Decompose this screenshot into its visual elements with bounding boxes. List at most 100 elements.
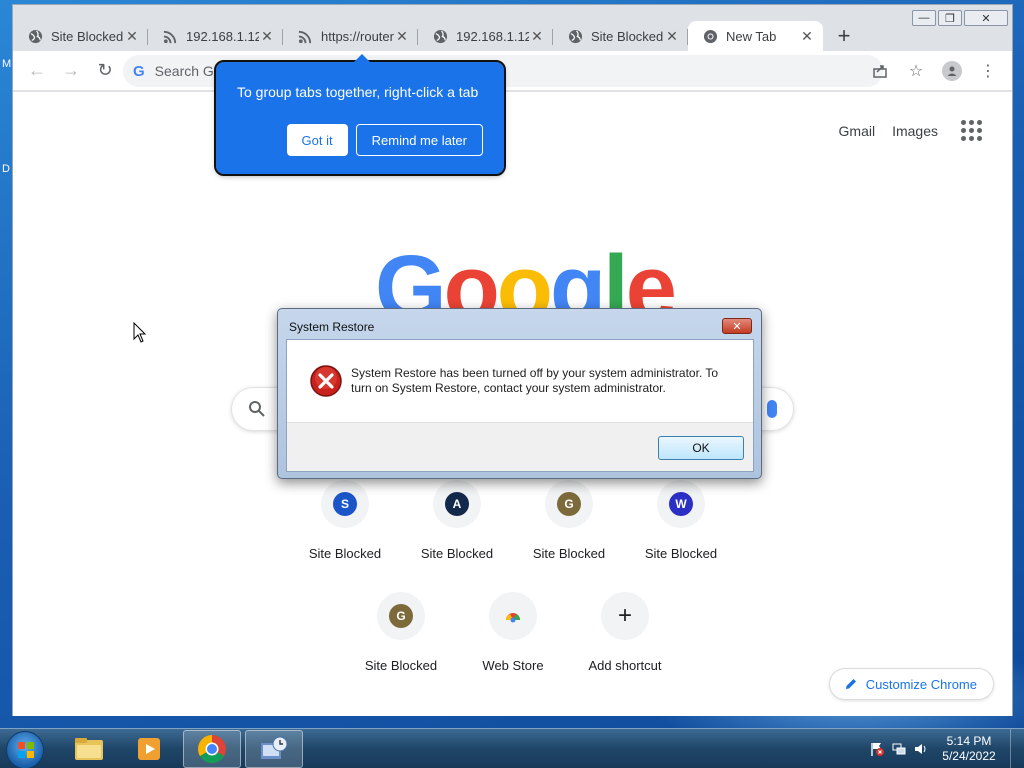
chrome-taskbar-button[interactable] [183,730,241,768]
shortcut-favicon: W [669,492,693,516]
bookmark-star-icon[interactable]: ☆ [900,55,932,87]
tab-title: New Tab [726,28,777,44]
tab[interactable]: Site Blocked ✕ [553,21,688,51]
reload-button[interactable]: ↻ [89,55,121,87]
globe-icon [432,28,448,44]
callout-actions: Got it Remind me later [286,124,483,156]
shortcuts-grid: S Site Blocked A Site Blocked G Site Blo… [289,472,737,696]
shortcut-favicon: G [557,492,581,516]
system-restore-taskbar-button[interactable] [245,730,303,768]
forward-button[interactable]: → [55,55,87,87]
got-it-button[interactable]: Got it [286,124,348,156]
media-player-icon [138,738,160,760]
shortcut-favicon: A [445,492,469,516]
taskbar: 5:14 PM 5/24/2022 [0,728,1024,768]
tab-group-tip-callout: To group tabs together, right-click a ta… [214,54,506,176]
show-desktop-button[interactable] [1010,729,1024,768]
shortcut-title: Add shortcut [588,658,662,673]
remind-me-later-button[interactable]: Remind me later [355,124,483,156]
customize-chrome-button[interactable]: Customize Chrome [828,668,994,700]
header-links: Gmail Images [839,114,988,147]
shortcut-title: Site Blocked [308,546,382,561]
close-tab-icon[interactable]: ✕ [124,28,140,45]
microphone-icon[interactable] [767,400,777,418]
globe-icon [27,28,43,44]
tab-title: 192.168.1.120 [456,28,529,44]
clock[interactable]: 5:14 PM 5/24/2022 [932,734,1006,764]
tab-active[interactable]: New Tab ✕ [688,21,823,51]
tab-strip: Site Blocked ✕ 192.168.1.120 ✕ https://r… [13,21,1012,51]
network-icon[interactable] [888,738,910,760]
media-player-taskbar-button[interactable] [121,730,179,768]
close-tab-icon[interactable]: ✕ [394,28,410,45]
file-explorer-taskbar-button[interactable] [60,730,118,768]
web-store-icon [506,613,520,623]
gmail-link[interactable]: Gmail [839,123,876,139]
dialog-body: System Restore has been turned off by yo… [286,339,754,472]
back-button[interactable]: ← [21,55,53,87]
shortcut-tile[interactable]: A Site Blocked [401,472,513,584]
shortcut-title: Site Blocked [420,546,494,561]
shortcut-tile[interactable]: G Site Blocked [345,584,457,696]
apps-grid-icon[interactable] [955,114,988,147]
dialog-footer: OK [287,422,753,471]
volume-icon[interactable] [910,738,932,760]
shortcut-title: Site Blocked [364,658,438,673]
menu-kebab-icon[interactable]: ⋮ [972,55,1004,87]
shortcut-tile-web-store[interactable]: Web Store [457,584,569,696]
add-shortcut-tile[interactable]: + Add shortcut [569,584,681,696]
close-tab-icon[interactable]: ✕ [664,28,680,45]
chrome-icon [702,28,718,44]
rss-icon [297,28,313,44]
start-button[interactable] [6,731,44,768]
clock-time: 5:14 PM [946,734,992,748]
share-icon[interactable] [864,55,896,87]
tab-title: Site Blocked [51,28,124,44]
shortcut-favicon: S [333,492,357,516]
action-center-flag-icon[interactable] [866,738,888,760]
profile-icon[interactable] [936,55,968,87]
plus-icon: + [617,602,632,629]
toolbar: ← → ↻ G Search Google or type a URL ☆ ⋮ [13,51,1012,91]
mouse-pointer-icon [133,322,147,343]
tab-title: 192.168.1.120 [186,28,259,44]
dialog-title: System Restore [289,320,375,334]
globe-icon [567,28,583,44]
tab[interactable]: 192.168.1.120 ✕ [418,21,553,51]
windows-logo-icon [18,742,34,758]
shortcut-title: Web Store [482,658,544,673]
search-icon [249,401,265,417]
clock-date: 5/24/2022 [942,749,996,763]
ok-button[interactable]: OK [658,436,744,460]
close-tab-icon[interactable]: ✕ [529,28,545,45]
shortcut-title: Site Blocked [532,546,606,561]
customize-chrome-label: Customize Chrome [865,676,977,692]
shortcut-favicon: G [389,604,413,628]
images-link[interactable]: Images [892,123,938,139]
callout-message: To group tabs together, right-click a ta… [237,84,479,100]
close-tab-icon[interactable]: ✕ [799,28,815,45]
toolbar-actions: ☆ ⋮ [864,55,1004,87]
new-tab-button[interactable]: + [829,21,859,51]
system-tray: 5:14 PM 5/24/2022 [866,729,1024,768]
tab[interactable]: Site Blocked ✕ [13,21,148,51]
tab[interactable]: 192.168.1.120 ✕ [148,21,283,51]
error-icon [310,365,342,397]
shortcut-title: Site Blocked [644,546,718,561]
tab[interactable]: https://router. ✕ [283,21,418,51]
google-g-icon: G [133,62,145,80]
shortcut-tile[interactable]: W Site Blocked [625,472,737,584]
dialog-message: System Restore has been turned off by yo… [351,366,719,395]
dialog-close-button[interactable]: ✕ [722,318,752,334]
system-restore-dialog: System Restore ✕ System Restore has been… [277,308,762,479]
shortcut-tile[interactable]: G Site Blocked [513,472,625,584]
chrome-icon [198,735,226,763]
tab-title: Site Blocked [591,28,664,44]
desktop-icon-label: D [2,163,10,175]
desktop-icon-label: M [2,58,12,70]
tab-title: https://router. [321,28,394,44]
system-restore-icon [261,736,288,759]
shortcut-tile[interactable]: S Site Blocked [289,472,401,584]
pencil-icon [845,679,856,689]
close-tab-icon[interactable]: ✕ [259,28,275,45]
